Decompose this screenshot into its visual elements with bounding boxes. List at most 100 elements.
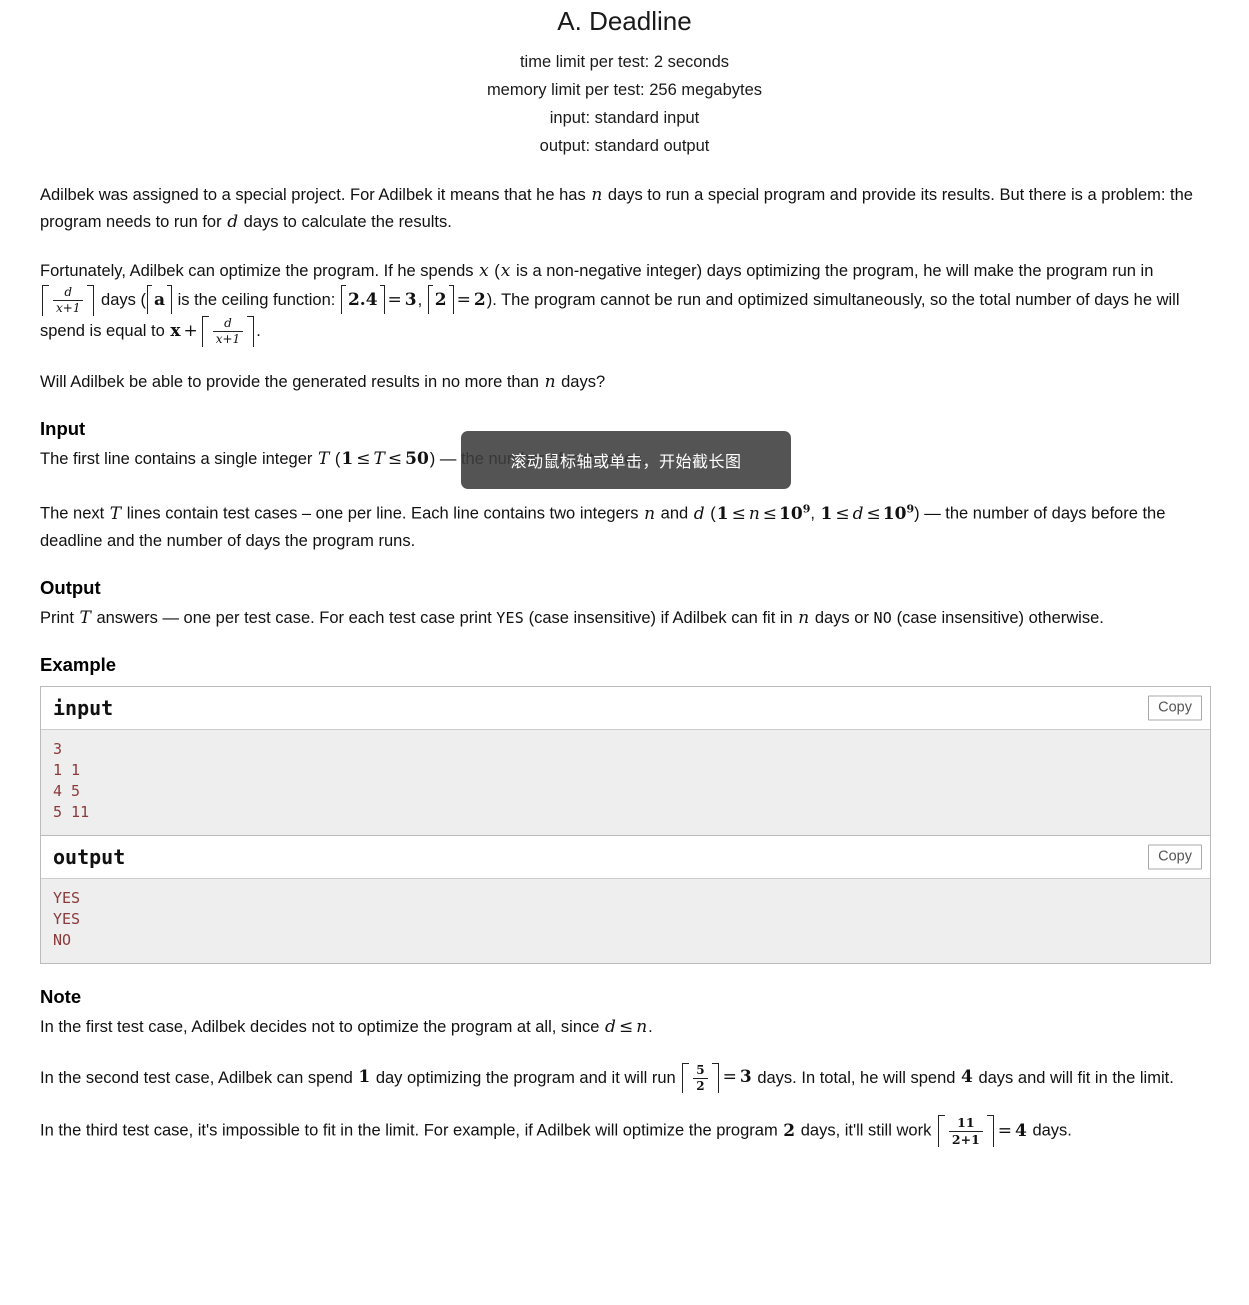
stmt-p2-text-b: ( xyxy=(489,262,500,280)
var-n-6: n xyxy=(798,607,810,628)
problem-page: A. Deadline time limit per test: 2 secon… xyxy=(0,0,1249,1305)
output-section-heading: Output xyxy=(40,576,101,598)
note-paragraph-1: In the first test case, Adilbek decides … xyxy=(40,1014,1211,1041)
value-3-note: 3 xyxy=(739,1067,752,1088)
var-a: a xyxy=(154,290,166,310)
note-paragraph-3: In the third test case, it's impossible … xyxy=(40,1115,1211,1148)
page-title: A. Deadline xyxy=(557,6,692,36)
note-p3-text-b: days, it'll still work xyxy=(796,1121,936,1140)
le-sign-2: ≤ xyxy=(387,448,403,469)
output-spec: output: standard output xyxy=(539,137,710,155)
example-section-heading: Example xyxy=(40,653,117,675)
output-paragraph: Print T answers — one per test case. For… xyxy=(40,605,1211,632)
output-text-a: Print xyxy=(40,608,79,627)
input-section-heading: Input xyxy=(40,417,86,439)
memory-limit: memory limit per test: 256 megabytes xyxy=(486,81,763,99)
input-p1-text-c: ) — the number of test cases. xyxy=(429,449,647,468)
fraction-denominator: 2+1 xyxy=(951,1131,980,1147)
sample-input-box: input Copy 3 1 1 4 5 5 11 xyxy=(40,685,1211,835)
value-1-b: 1 xyxy=(820,503,833,524)
value-1-note: 1 xyxy=(358,1067,371,1088)
ceiling-d-over-x-plus-1-total: d x+1 xyxy=(201,316,255,347)
var-n-3: n xyxy=(544,371,556,392)
input-paragraph-2: The next T lines contain test cases – on… xyxy=(40,495,1211,555)
ceiling-11-over-2-plus-1: 11 2+1 xyxy=(937,1115,994,1148)
stmt-p2-text-c: is a non-negative integer) days optimizi… xyxy=(511,262,1154,280)
stmt-p2-text-e: is the ceiling function: xyxy=(173,290,340,309)
var-T-3: T xyxy=(109,503,122,524)
le-sign-b: ≤ xyxy=(762,503,778,524)
input-paragraph-1: The first line contains a single integer… xyxy=(40,446,1211,473)
fraction-numerator: d xyxy=(212,317,244,332)
plus-sign: + xyxy=(183,320,198,341)
fraction: 52 xyxy=(691,1063,709,1093)
var-d-3: d xyxy=(852,503,864,524)
var-n: n xyxy=(591,185,603,205)
sample-input-label: input xyxy=(53,695,114,720)
note-section-heading: Note xyxy=(40,985,82,1007)
var-T-2: T xyxy=(373,448,385,469)
sample-input-header: input Copy xyxy=(41,686,1210,730)
time-limit: time limit per test: 2 seconds xyxy=(519,53,730,71)
fraction: d x+1 xyxy=(211,317,245,346)
exponent-9-b: 9 xyxy=(906,501,915,515)
literal-no: NO xyxy=(873,608,892,627)
value-2-result: 2 xyxy=(473,289,486,310)
sample-output-label: output xyxy=(53,844,126,869)
value-2-note: 2 xyxy=(783,1120,796,1141)
note-paragraph-2: In the second test case, Adilbek can spe… xyxy=(40,1062,1211,1094)
sample-output-box: output Copy YES YES NO xyxy=(40,834,1211,964)
stmt-p3-text-b: days? xyxy=(556,372,606,391)
le-sign-a: ≤ xyxy=(731,503,746,524)
var-d-2: d xyxy=(693,503,705,524)
fraction-numerator: 11 xyxy=(948,1116,983,1132)
base-10-a: 10 xyxy=(779,503,803,524)
value-50: 50 xyxy=(405,448,429,469)
base-10-b: 10 xyxy=(882,503,907,524)
ceiling-a: a xyxy=(147,285,173,316)
value-1-a: 1 xyxy=(716,503,729,524)
le-sign-c: ≤ xyxy=(835,503,850,524)
fraction-numerator: 5 xyxy=(693,1063,708,1079)
input-p1-text-a: The first line contains a single integer xyxy=(40,449,317,468)
var-d: d xyxy=(227,212,239,232)
stmt-p1-text-c: days to calculate the results. xyxy=(239,213,452,231)
note-p3-text-c: days. xyxy=(1027,1121,1072,1140)
output-text-e: (case insensitive) otherwise. xyxy=(892,608,1104,627)
ceiling-d-over-x-plus-1: d x+1 xyxy=(42,285,95,316)
value-1: 1 xyxy=(341,448,354,469)
copy-output-button[interactable]: Copy xyxy=(1148,844,1202,870)
note-p2-text-a: In the second test case, Adilbek can spe… xyxy=(40,1068,358,1087)
stmt-p1-text-a: Adilbek was assigned to a special projec… xyxy=(40,186,591,204)
stmt-p2-text-g: . xyxy=(256,321,261,340)
var-n-7: n xyxy=(636,1016,648,1037)
var-n-5: n xyxy=(748,503,760,524)
equals-sign-note-2: = xyxy=(722,1067,737,1088)
note-p2-text-c: days. In total, he will spend xyxy=(752,1068,961,1087)
ceiling-2-4: 2.4 xyxy=(340,285,385,316)
note-p1-text-a: In the first test case, Adilbek decides … xyxy=(40,1017,605,1036)
note-p2-text-b: day optimizing the program and it will r… xyxy=(371,1068,681,1087)
problem-content: Adilbek was assigned to a special projec… xyxy=(0,182,1249,1148)
input-p1-text-b: ( xyxy=(330,449,341,468)
input-p2-and: and xyxy=(656,504,693,523)
equals-sign: = xyxy=(387,289,402,310)
var-T-4: T xyxy=(79,607,91,628)
problem-header: A. Deadline time limit per test: 2 secon… xyxy=(0,0,1249,160)
fraction-denominator: x+1 xyxy=(215,331,241,346)
le-sign-d: ≤ xyxy=(866,503,881,524)
var-x-3: x xyxy=(170,320,181,341)
fraction: d x+1 xyxy=(51,286,85,315)
equals-sign-note-3: = xyxy=(997,1120,1013,1141)
copy-input-button[interactable]: Copy xyxy=(1148,695,1202,721)
equals-sign-2: = xyxy=(456,289,471,310)
sample-output-header: output Copy xyxy=(41,835,1210,879)
output-text-c: (case insensitive) if Adilbek can fit in xyxy=(524,608,798,627)
power-10-9-a: 109 xyxy=(779,502,810,524)
input-p2-text-c: ( xyxy=(705,504,716,523)
input-p2-text-a: The next xyxy=(40,504,109,523)
sample-input-data: 3 1 1 4 5 5 11 xyxy=(41,729,1210,835)
le-sign: ≤ xyxy=(356,448,371,469)
fraction: 11 2+1 xyxy=(947,1116,985,1146)
stmt-p3-text-a: Will Adilbek be able to provide the gene… xyxy=(40,372,544,391)
